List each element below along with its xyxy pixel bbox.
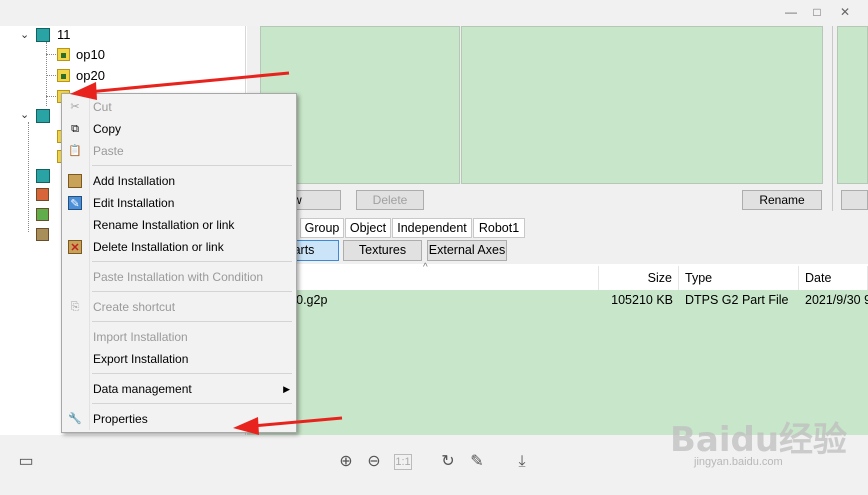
annotation-arrow-shaft bbox=[251, 416, 343, 428]
watermark-brand: Baidu经验 bbox=[670, 420, 848, 460]
annotation-arrow-head bbox=[233, 417, 259, 435]
watermark: Baidu经验 jingyan.baidu.com bbox=[670, 400, 860, 472]
annotation-arrow-shaft bbox=[87, 71, 290, 94]
annotation-arrow-head bbox=[70, 82, 97, 100]
watermark-url: jingyan.baidu.com bbox=[694, 456, 783, 468]
